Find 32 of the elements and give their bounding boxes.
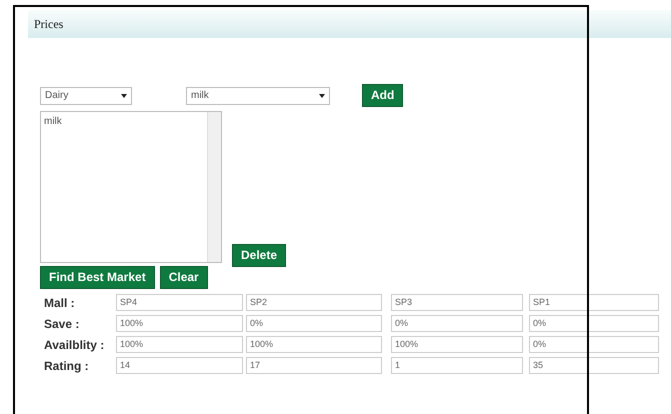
result-field: SP4 [116, 294, 243, 311]
result-field: 0% [391, 315, 523, 332]
result-field: 100% [116, 315, 243, 332]
dropdown-caret-icon [319, 94, 325, 98]
result-field: 14 [116, 357, 243, 374]
dropdown-caret-icon [121, 94, 127, 98]
product-select[interactable]: milk [186, 86, 330, 104]
result-field: 100% [246, 336, 382, 353]
add-button[interactable]: Add [362, 84, 404, 107]
result-field: SP3 [391, 294, 523, 311]
scrollbar[interactable] [207, 112, 221, 262]
result-field: 0% [529, 315, 659, 332]
result-field: 100% [391, 336, 523, 353]
list-item[interactable]: milk [44, 114, 204, 129]
clear-button[interactable]: Clear [160, 266, 208, 289]
result-field: 0% [246, 315, 382, 332]
row-label: Save : [43, 316, 80, 332]
row-label: Mall : [43, 294, 76, 312]
selected-items-list[interactable]: milk [40, 111, 222, 263]
result-field: 35 [529, 357, 659, 374]
result-field: 100% [116, 336, 243, 353]
result-field: SP2 [246, 294, 382, 311]
result-field: 17 [246, 357, 382, 374]
result-field: 1 [391, 357, 523, 374]
result-field: 0% [529, 336, 659, 353]
delete-button[interactable]: Delete [232, 244, 286, 267]
row-label: Rating : [43, 358, 90, 374]
row-label: Availblity : [43, 336, 106, 354]
find-best-market-button[interactable]: Find Best Market [40, 266, 155, 289]
category-select[interactable]: Dairy [40, 86, 132, 104]
page-title: Prices [34, 16, 64, 33]
result-field: SP1 [529, 294, 659, 311]
